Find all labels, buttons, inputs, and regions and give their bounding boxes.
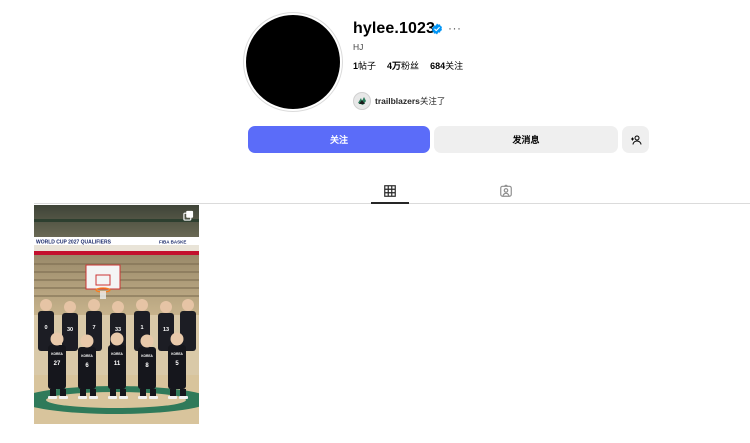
mutual-follower-avatar <box>353 92 371 110</box>
stat-following-label: 关注 <box>445 61 464 71</box>
jersey-team-text: KOREA <box>141 354 153 358</box>
mutual-follower-text: trailblazers关注了 <box>375 95 445 107</box>
jersey-number: 33 <box>115 327 121 333</box>
jersey-number: 7 <box>92 325 95 331</box>
mutual-follower-name: trailblazers <box>375 96 420 106</box>
carousel-icon <box>183 210 194 221</box>
jersey-number: 0 <box>44 325 47 331</box>
jersey-number: 13 <box>163 327 169 333</box>
profile-username: hylee.1023 <box>353 20 435 37</box>
stat-posts-label: 帖子 <box>358 61 377 71</box>
stat-following[interactable]: 684关注 <box>430 59 463 72</box>
message-button[interactable]: 发消息 <box>434 126 618 153</box>
profile-full-name: HJ <box>353 42 364 52</box>
jersey-team-text: KOREA <box>171 352 183 356</box>
more-options-button[interactable]: ··· <box>448 21 462 35</box>
banner-right-text: FIBA BASKE <box>159 240 186 245</box>
active-tab-indicator <box>371 202 409 204</box>
grid-icon[interactable] <box>383 184 397 198</box>
trailblazers-logo-icon <box>358 97 366 105</box>
mutual-follower[interactable]: trailblazers关注了 <box>353 92 445 110</box>
follow-button[interactable]: 关注 <box>248 126 430 153</box>
stat-followers-label: 粉丝 <box>401 61 420 71</box>
verified-badge-icon <box>432 23 442 35</box>
profile-stats: 1帖子 4万粉丝 684关注 <box>353 59 474 72</box>
profile-avatar[interactable] <box>246 15 340 109</box>
jersey-team-text: KOREA <box>51 352 63 356</box>
stat-followers[interactable]: 4万粉丝 <box>387 59 419 72</box>
mutual-follower-suffix: 关注了 <box>419 96 446 106</box>
suggested-accounts-button[interactable] <box>622 126 649 153</box>
post-thumbnail[interactable]: WORLD CUP 2027 QUALIFIERS FIBA BASKE 0 3… <box>34 205 199 424</box>
jersey-team-text: KOREA <box>81 354 93 358</box>
jersey-number: 11 <box>114 361 121 367</box>
jersey-number: 1 <box>140 325 143 331</box>
stat-followers-value: 4万 <box>387 61 402 71</box>
team-photo-image: WORLD CUP 2027 QUALIFIERS FIBA BASKE 0 3… <box>34 205 199 424</box>
stat-following-value: 684 <box>430 61 446 71</box>
tagged-portrait-icon[interactable] <box>499 184 513 198</box>
stat-posts: 1帖子 <box>353 59 376 72</box>
jersey-team-text: KOREA <box>111 352 123 356</box>
jersey-number: 27 <box>54 361 61 367</box>
banner-text: WORLD CUP 2027 QUALIFIERS <box>36 240 112 246</box>
jersey-number: 30 <box>67 327 73 333</box>
add-person-icon <box>630 135 641 145</box>
